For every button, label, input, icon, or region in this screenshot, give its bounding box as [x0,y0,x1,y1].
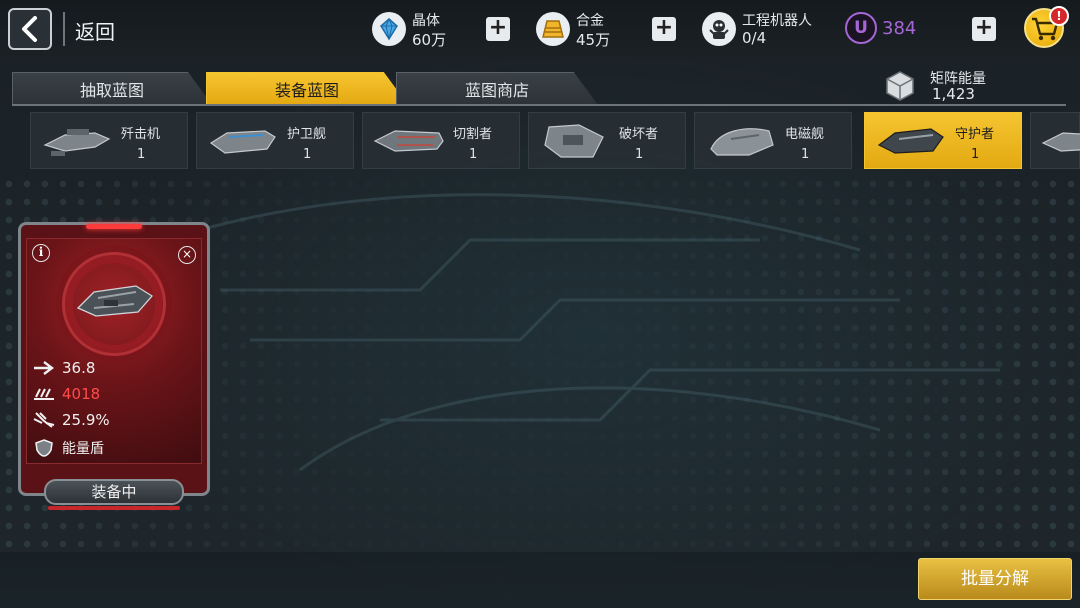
add-crystal-button[interactable]: + [486,17,510,41]
resource-robot: 工程机器人 0/4 [702,8,832,52]
crystal-icon [372,12,406,46]
add-alloy-button[interactable]: + [652,17,676,41]
resource-value: 0/4 [742,29,767,47]
stat-health-value: 4018 [62,385,101,403]
ship-name: 切割者 [453,127,493,142]
premium-currency-value: 384 [882,18,917,39]
alloy-icon [536,12,570,46]
speed-arrow-icon [34,361,54,375]
close-icon[interactable]: × [178,246,196,264]
equipped-status-button[interactable]: 装备中 [44,479,184,505]
chevron-left-icon [22,16,37,42]
ship-count: 1 [635,147,644,162]
ship-tab-fighter[interactable]: 歼击机 1 [30,112,188,169]
ship-name: 电磁舰 [785,127,825,142]
stat-speed: 36.8 [32,358,95,378]
ship-icon [1041,132,1080,152]
skill-label: 能量盾 [62,441,104,457]
info-icon[interactable]: i [32,244,50,262]
card-bottom-glow [48,506,180,510]
ship-count: 1 [137,147,146,162]
resource-crystal: 晶体 60万 [372,8,492,52]
guardian-ship-icon [76,285,153,317]
robot-icon [702,12,736,46]
back-label[interactable]: 返回 [75,16,115,45]
batch-disassemble-button[interactable]: 批量分解 [918,558,1072,600]
tab-blueprint-shop[interactable]: 蓝图商店 [396,72,598,105]
destroyer-ship-icon [544,124,604,158]
ship-name: 破坏者 [619,127,659,142]
tab-underline [12,104,1066,106]
resource-alloy: 合金 45万 [536,8,656,52]
fighter-ship-icon [43,129,111,156]
ship-name: 守护者 [955,127,995,142]
ship-tab-emp[interactable]: 电磁舰 1 [694,112,852,169]
tab-draw-blueprint[interactable]: 抽取蓝图 [12,72,212,105]
cube-icon [886,71,914,101]
ship-count: 1 [801,147,810,162]
ship-tab-guardian[interactable]: 守护者 1 [864,112,1022,169]
add-premium-button[interactable]: + [972,17,996,41]
ship-type-selector: 歼击机 1 护卫舰 1 切割者 1 破坏者 1 电磁舰 1 守护者 1 [30,112,1080,170]
guardian-ship-icon [877,128,944,154]
back-button[interactable] [8,8,52,50]
resource-value: 45万 [576,31,611,49]
tab-equip-blueprint[interactable]: 装备蓝图 [206,72,408,105]
top-bar: 返回 晶体 60万 + 合金 45万 + 工程机器人 0/4 U 384 + ! [0,0,1080,60]
premium-currency-icon: U [845,12,877,44]
ship-name: 歼击机 [121,127,161,142]
resource-value: 60万 [412,31,447,49]
blueprint-card[interactable]: i × 36.8 4018 25.9% 能量盾 装备中 [18,222,210,512]
stat-crit-value: 25.9% [62,411,110,429]
ship-tab-partial[interactable] [1030,112,1080,169]
resource-name: 合金 [576,13,604,29]
notification-badge: ! [1049,6,1069,26]
stat-crit: 25.9% [32,410,110,430]
escort-ship-icon [209,130,276,154]
ship-tab-cutter[interactable]: 切割者 1 [362,112,520,169]
crit-burst-icon [33,412,55,428]
cutter-ship-icon [373,130,444,152]
health-bars-icon [34,388,54,400]
back-divider [63,12,65,46]
ship-tab-escort[interactable]: 护卫舰 1 [196,112,354,169]
matrix-energy-value: 1,423 [932,85,975,103]
resource-name: 晶体 [412,13,440,29]
stat-health: 4018 [32,384,100,404]
shield-icon [35,439,53,457]
ship-tab-destroyer[interactable]: 破坏者 1 [528,112,686,169]
ship-count: 1 [469,147,478,162]
resource-name: 工程机器人 [742,13,812,29]
ship-count: 1 [303,147,312,162]
card-top-glow [86,224,142,229]
stat-speed-value: 36.8 [62,359,96,377]
ship-name: 护卫舰 [287,127,327,142]
ship-count: 1 [971,147,980,162]
emp-ship-icon [710,128,774,156]
skill-row: 能量盾 [32,438,104,458]
